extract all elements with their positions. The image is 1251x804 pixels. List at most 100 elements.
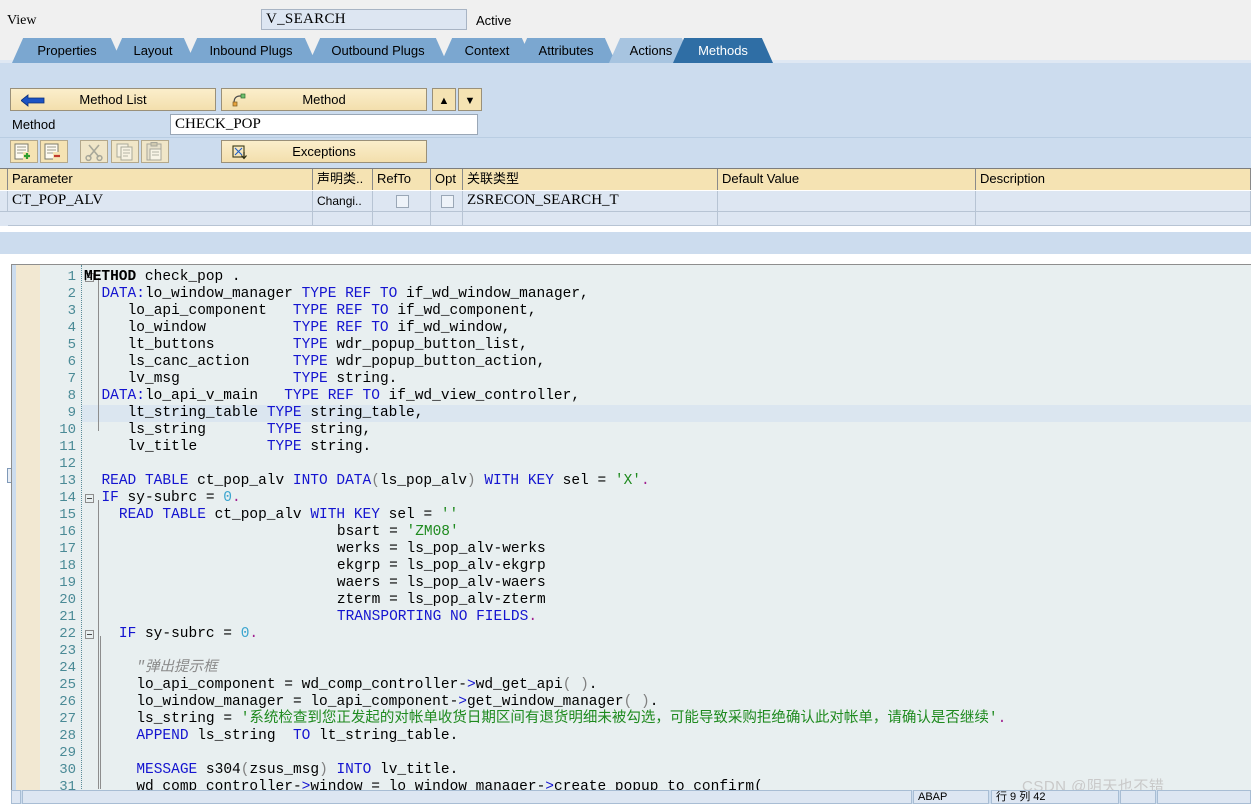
- code-line[interactable]: lo_window_manager = lo_api_component->ge…: [136, 694, 658, 711]
- code-token: TO: [292, 728, 311, 744]
- tab-layout[interactable]: Layout: [111, 38, 195, 63]
- code-line[interactable]: TRANSPORTING NO FIELDS.: [337, 609, 537, 626]
- move-down-button[interactable]: ▼: [458, 88, 482, 111]
- sap-abap-workbench-window: View V_SEARCH Active Properties Layout Inb…: [0, 0, 1251, 804]
- method-button[interactable]: Method: [221, 88, 427, 111]
- code-token: bsart =: [336, 524, 407, 540]
- tab-actions[interactable]: Actions: [609, 38, 693, 63]
- param-cell[interactable]: [718, 191, 976, 212]
- param-cell-empty[interactable]: [373, 212, 431, 226]
- insert-row-icon[interactable]: [10, 140, 38, 163]
- tab-attributes[interactable]: Attributes: [516, 38, 616, 63]
- param-col-header[interactable]: Default Value: [718, 169, 976, 190]
- code-line[interactable]: ls_canc_action TYPE wdr_popup_button_act…: [128, 354, 546, 371]
- code-line[interactable]: lv_title TYPE string.: [128, 439, 372, 456]
- param-col-header[interactable]: Description: [976, 169, 1251, 190]
- code-line[interactable]: DATA:lo_api_v_main TYPE REF TO if_wd_vie…: [101, 388, 580, 405]
- tab-context[interactable]: Context: [441, 38, 533, 63]
- param-cell[interactable]: [976, 191, 1251, 212]
- code-line[interactable]: bsart = 'ZM08': [337, 524, 459, 541]
- tab-label: Inbound Plugs: [209, 43, 293, 58]
- view-name-input[interactable]: V_SEARCH: [261, 9, 467, 30]
- code-line[interactable]: IF sy-subrc = 0.: [101, 490, 240, 507]
- code-line[interactable]: READ TABLE ct_pop_alv INTO DATA(ls_pop_a…: [101, 473, 649, 490]
- code-line[interactable]: ls_string = '系统检查到您正发起的对帐单收货日期区间有退货明细未被勾…: [136, 711, 1006, 728]
- code-token: ): [466, 473, 476, 489]
- tab-properties[interactable]: Properties: [12, 38, 122, 63]
- code-line[interactable]: waers = ls_pop_alv-waers: [337, 575, 546, 592]
- line-number: 8: [67, 388, 76, 404]
- code-token: TYPE: [266, 422, 302, 438]
- code-line[interactable]: DATA:lo_window_manager TYPE REF TO if_wd…: [101, 286, 588, 303]
- code-token: ct_pop_alv: [188, 473, 293, 489]
- code-token: string,: [301, 422, 372, 438]
- param-cell-empty[interactable]: [976, 212, 1251, 226]
- code-line[interactable]: lt_buttons TYPE wdr_popup_button_list,: [128, 337, 528, 354]
- scissors-glyph: [85, 144, 103, 162]
- code-token: ): [319, 762, 328, 778]
- code-token: check_pop .: [136, 269, 241, 285]
- delete-row-icon[interactable]: [40, 140, 68, 163]
- param-cell[interactable]: CT_POP_ALV: [8, 191, 313, 212]
- param-cell-empty[interactable]: [313, 212, 373, 226]
- line-number: 10: [59, 422, 76, 438]
- editor-code-area[interactable]: METHOD check_pop . DATA:lo_window_manager…: [84, 265, 1251, 792]
- code-line[interactable]: READ TABLE ct_pop_alv WITH KEY sel = '': [119, 507, 458, 524]
- code-line[interactable]: lt_string_table TYPE string_table,: [128, 405, 424, 422]
- tab-label: Attributes: [538, 43, 594, 58]
- code-line[interactable]: "弹出提示框: [136, 660, 217, 677]
- param-cell[interactable]: [431, 191, 463, 212]
- code-token: '系统检查到您正发起的对帐单收货日期区间有退货明细未被勾选，可能导致采购拒绝确认…: [240, 711, 998, 727]
- editor-bookmark-gutter[interactable]: [16, 265, 40, 792]
- code-line[interactable]: IF sy-subrc = 0.: [119, 626, 258, 643]
- parameter-table: Parameter 声明类.. RefTo Opt 关联类型 Default Value D…: [0, 168, 1251, 230]
- code-token: TYPE: [266, 405, 302, 421]
- param-col-header[interactable]: 关联类型: [463, 169, 718, 190]
- code-line[interactable]: lo_window TYPE REF TO if_wd_window,: [128, 320, 511, 337]
- tab-methods[interactable]: Methods: [673, 38, 773, 63]
- exceptions-button[interactable]: Exceptions: [221, 140, 427, 163]
- method-list-button[interactable]: Method List: [10, 88, 216, 111]
- code-token: TRANSPORTING NO FIELDS: [336, 609, 529, 625]
- code-line[interactable]: ls_string TYPE string,: [128, 422, 372, 439]
- line-number: 21: [59, 609, 76, 625]
- param-cell[interactable]: ZSRECON_SEARCH_T: [463, 191, 718, 212]
- param-cell-empty[interactable]: [463, 212, 718, 226]
- param-col-header[interactable]: Opt: [431, 169, 463, 190]
- param-cell-empty[interactable]: [431, 212, 463, 226]
- code-line[interactable]: APPEND ls_string TO lt_string_table.: [136, 728, 458, 745]
- tab-inbound-plugs[interactable]: Inbound Plugs: [186, 38, 316, 63]
- abap-code-editor[interactable]: 1 2 3 4 5 6 7 8 9 10 11 12 13 14 15 16 17 18 19 20 21 22 23 24 2…: [11, 264, 1251, 792]
- param-cell-empty[interactable]: [8, 212, 313, 226]
- param-col-header[interactable]: Parameter: [8, 169, 313, 190]
- line-number: 28: [59, 728, 76, 744]
- parameter-hscrollbar[interactable]: ◀ ▶: [0, 232, 1251, 483]
- code-line[interactable]: lo_api_component TYPE REF TO if_wd_compo…: [128, 303, 537, 320]
- code-token: MESSAGE: [136, 762, 198, 778]
- code-line[interactable]: zterm = ls_pop_alv-zterm: [337, 592, 546, 609]
- param-col-header[interactable]: 声明类..: [313, 169, 373, 190]
- opt-checkbox[interactable]: [441, 195, 454, 208]
- move-up-button[interactable]: ▲: [432, 88, 456, 111]
- code-token: string_table,: [301, 405, 424, 421]
- code-line[interactable]: MESSAGE s304(zsus_msg) INTO lv_title.: [136, 762, 458, 779]
- code-token: string.: [301, 439, 372, 455]
- editor-line-number-gutter: 1 2 3 4 5 6 7 8 9 10 11 12 13 14 15 16 17 18 19 20 21 22 23 24 2…: [40, 265, 82, 792]
- refto-checkbox[interactable]: [396, 195, 409, 208]
- view-header: View V_SEARCH Active: [0, 0, 1251, 36]
- param-cell[interactable]: [373, 191, 431, 212]
- code-line[interactable]: werks = ls_pop_alv-werks: [337, 541, 546, 558]
- param-col-header[interactable]: RefTo: [373, 169, 431, 190]
- param-cell-empty[interactable]: [718, 212, 976, 226]
- method-name-input[interactable]: CHECK_POP: [170, 114, 478, 135]
- back-arrow-icon: [21, 94, 45, 107]
- code-line[interactable]: lo_api_component = wd_comp_controller->w…: [136, 677, 597, 694]
- param-cell[interactable]: Changi..: [313, 191, 373, 212]
- code-line[interactable]: METHOD check_pop .: [84, 269, 241, 286]
- param-row-selector[interactable]: [0, 191, 8, 212]
- code-line[interactable]: lv_msg TYPE string.: [128, 371, 398, 388]
- code-token: lv_msg: [127, 371, 293, 387]
- code-line[interactable]: ekgrp = ls_pop_alv-ekgrp: [337, 558, 546, 575]
- tab-outbound-plugs[interactable]: Outbound Plugs: [309, 38, 447, 63]
- code-token: .: [588, 677, 598, 693]
